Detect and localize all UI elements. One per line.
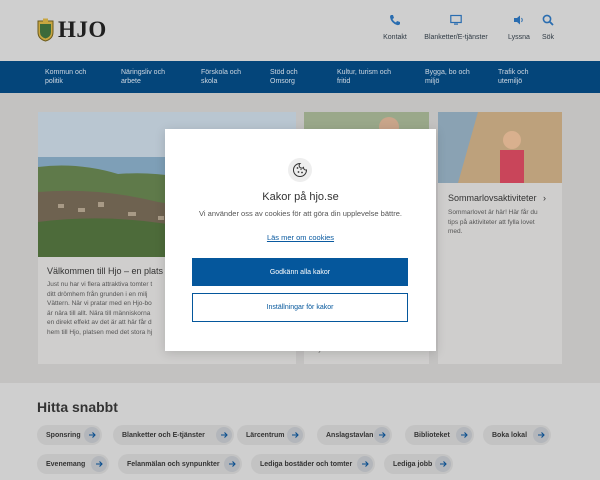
coat-of-arms-icon [37,18,54,42]
arrow-right-icon [216,427,232,443]
arrow-right-icon [456,427,472,443]
chip-label: Lediga bostäder och tomter [260,460,353,468]
quick-link-biblioteket[interactable]: Biblioteket [405,425,474,445]
card-title-text: Sommarlovsaktiviteter [448,193,537,203]
search-icon [542,14,554,26]
site-logo[interactable]: HJO [37,17,107,43]
nav-label: Stöd och [270,69,298,76]
search-button[interactable]: Sök [538,14,558,41]
arrow-right-icon [374,427,390,443]
nav-label: fritid [337,78,351,85]
arrow-right-icon [91,456,107,472]
nav-label: Kommun och [45,69,87,76]
nav-label: politik [45,78,63,85]
cookie-dialog: Kakor på hjo.se Vi använder oss av cooki… [165,129,436,351]
nav-label: Förskola och [201,69,242,76]
quick-link-lediga-jobb[interactable]: Lediga jobb [384,454,453,474]
chevron-right-icon: › [543,193,547,203]
cookie-icon [288,158,312,182]
quick-link-larcentrum[interactable]: Lärcentrum [237,425,305,445]
nav-label: skola [201,78,218,85]
cookie-dialog-text: Vi använder oss av cookies för att göra … [199,209,402,218]
forms-label: Blanketter/E-tjänster [424,34,488,41]
search-label: Sök [541,34,555,41]
quick-link-sponsring[interactable]: Sponsring [37,425,102,445]
quick-links-title: Hitta snabbt [37,399,118,415]
quick-link-evenemang[interactable]: Evenemang [37,454,109,474]
nav-label: utemiljö [498,78,523,85]
nav-item-kultur[interactable]: Kultur, turism och fritid [337,68,407,86]
quick-link-felanmalan[interactable]: Felanmälan och synpunkter [118,454,242,474]
nav-item-naringsliv[interactable]: Näringsliv och arbete [121,68,181,86]
arrow-right-icon [357,456,373,472]
card-image-beach [438,112,562,183]
nav-item-bygga[interactable]: Bygga, bo och miljö [425,68,485,86]
arrow-right-icon [435,456,451,472]
logo-text: HJO [58,17,107,42]
nav-label: arbete [121,78,141,85]
chip-label: Lärcentrum [246,431,285,439]
arrow-right-icon [224,456,240,472]
beach-child-image [438,112,562,183]
chip-label: Anslagstavlan [326,431,374,439]
forms-button[interactable]: Blanketter/E-tjänster [418,14,494,41]
contact-button[interactable]: Kontakt [380,14,410,41]
card-text: Sommarlovet är här! Här får du tips på a… [448,209,538,235]
chip-label: Biblioteket [414,431,450,439]
main-nav: Kommun och politik Näringsliv och arbete F… [0,61,600,93]
nav-item-kommun[interactable]: Kommun och politik [45,68,105,86]
arrow-right-icon [533,427,549,443]
cookie-glyph [293,162,308,177]
nav-label: Omsorg [270,78,295,85]
card-title: Välkommen till Hjo – en plats att [47,266,176,276]
speaker-icon [514,15,523,25]
arrow-right-icon [287,427,303,443]
card-summer[interactable]: Sommarlovsaktiviteter › Sommarlovet är h… [438,112,562,364]
quick-link-boka-lokal[interactable]: Boka lokal [483,425,551,445]
nav-label: Kultur, turism och [337,69,392,76]
nav-label: Trafik och [498,69,529,76]
nav-label: miljö [425,78,440,85]
quick-link-blanketter[interactable]: Blanketter och E-tjänster [113,425,234,445]
phone-icon [390,15,400,26]
card-title: Sommarlovsaktiviteter › [448,193,546,203]
contact-label: Kontakt [383,34,407,41]
nav-label: Näringsliv och [121,69,165,76]
chip-label: Lediga jobb [393,460,433,468]
monitor-icon [450,14,462,25]
quick-link-lediga-bostader[interactable]: Lediga bostäder och tomter [251,454,375,474]
chip-label: Boka lokal [492,431,528,439]
chip-label: Evenemang [46,460,86,468]
site-header: HJO Kontakt Blanketter/E-tjänster Lyssna… [0,0,600,61]
quick-link-anslagstavlan[interactable]: Anslagstavlan [317,425,392,445]
cookie-info-link[interactable]: Läs mer om cookies [165,233,436,242]
nav-item-stod[interactable]: Stöd och Omsorg [270,68,330,86]
listen-label: Lyssna [508,34,530,41]
cookie-dialog-title: Kakor på hjo.se [262,191,339,203]
chip-label: Sponsring [46,431,81,439]
cookie-settings-button[interactable]: Inställningar för kakor [192,293,408,322]
nav-item-forskola[interactable]: Förskola och skola [201,68,261,86]
accept-cookies-button[interactable]: Godkänn alla kakor [192,258,408,286]
listen-button[interactable]: Lyssna [505,14,533,41]
chip-label: Felanmälan och synpunkter [127,460,220,468]
arrow-right-icon [84,427,100,443]
quick-links: Hitta snabbt Sponsring Blanketter och E-… [0,383,600,480]
nav-item-trafik[interactable]: Trafik och utemiljö [498,68,558,86]
chip-label: Blanketter och E-tjänster [122,431,205,439]
nav-label: Bygga, bo och [425,69,470,76]
